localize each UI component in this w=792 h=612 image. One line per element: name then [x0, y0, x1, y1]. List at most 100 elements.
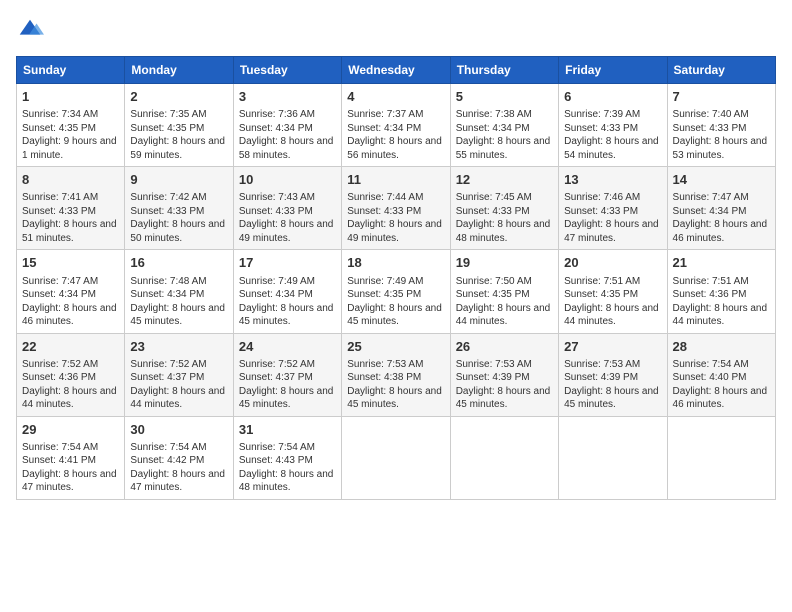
header-friday: Friday — [559, 57, 667, 84]
calendar-cell: 19 Sunrise: 7:50 AMSunset: 4:35 PMDayligh… — [450, 250, 558, 333]
calendar-cell: 6 Sunrise: 7:39 AMSunset: 4:33 PMDaylight… — [559, 84, 667, 167]
day-info: Sunrise: 7:48 AMSunset: 4:34 PMDaylight:… — [130, 275, 227, 329]
calendar-cell: 23 Sunrise: 7:52 AMSunset: 4:37 PMDayligh… — [125, 333, 233, 416]
calendar-cell: 18 Sunrise: 7:49 AMSunset: 4:35 PMDayligh… — [342, 250, 450, 333]
calendar-cell: 8 Sunrise: 7:41 AMSunset: 4:33 PMDaylight… — [17, 167, 125, 250]
day-number: 14 — [673, 171, 770, 189]
day-info: Sunrise: 7:53 AMSunset: 4:39 PMDaylight:… — [564, 358, 661, 412]
header-tuesday: Tuesday — [233, 57, 341, 84]
header-wednesday: Wednesday — [342, 57, 450, 84]
day-info: Sunrise: 7:54 AMSunset: 4:40 PMDaylight:… — [673, 358, 770, 412]
day-info: Sunrise: 7:38 AMSunset: 4:34 PMDaylight:… — [456, 108, 553, 162]
day-number: 3 — [239, 88, 336, 106]
calendar-cell: 13 Sunrise: 7:46 AMSunset: 4:33 PMDayligh… — [559, 167, 667, 250]
day-number: 13 — [564, 171, 661, 189]
calendar-cell: 17 Sunrise: 7:49 AMSunset: 4:34 PMDayligh… — [233, 250, 341, 333]
day-number: 11 — [347, 171, 444, 189]
day-info: Sunrise: 7:40 AMSunset: 4:33 PMDaylight:… — [673, 108, 770, 162]
day-number: 29 — [22, 421, 119, 439]
day-number: 16 — [130, 254, 227, 272]
day-info: Sunrise: 7:51 AMSunset: 4:36 PMDaylight:… — [673, 275, 770, 329]
day-number: 20 — [564, 254, 661, 272]
day-number: 15 — [22, 254, 119, 272]
day-info: Sunrise: 7:49 AMSunset: 4:34 PMDaylight:… — [239, 275, 336, 329]
header-saturday: Saturday — [667, 57, 775, 84]
calendar-cell: 28 Sunrise: 7:54 AMSunset: 4:40 PMDayligh… — [667, 333, 775, 416]
day-info: Sunrise: 7:53 AMSunset: 4:39 PMDaylight:… — [456, 358, 553, 412]
day-info: Sunrise: 7:44 AMSunset: 4:33 PMDaylight:… — [347, 191, 444, 245]
day-number: 17 — [239, 254, 336, 272]
day-number: 28 — [673, 338, 770, 356]
day-info: Sunrise: 7:54 AMSunset: 4:43 PMDaylight:… — [239, 441, 336, 495]
calendar-cell — [342, 416, 450, 499]
calendar-cell: 22Sunrise: 7:52 AMSunset: 4:36 PMDayligh… — [17, 333, 125, 416]
calendar-cell: 12 Sunrise: 7:45 AMSunset: 4:33 PMDayligh… — [450, 167, 558, 250]
calendar-cell: 11 Sunrise: 7:44 AMSunset: 4:33 PMDayligh… — [342, 167, 450, 250]
calendar-cell: 5 Sunrise: 7:38 AMSunset: 4:34 PMDaylight… — [450, 84, 558, 167]
day-info: Sunrise: 7:53 AMSunset: 4:38 PMDaylight:… — [347, 358, 444, 412]
day-number: 5 — [456, 88, 553, 106]
calendar-cell — [450, 416, 558, 499]
calendar-cell: 10 Sunrise: 7:43 AMSunset: 4:33 PMDayligh… — [233, 167, 341, 250]
day-info: Sunrise: 7:54 AMSunset: 4:42 PMDaylight:… — [130, 441, 227, 495]
calendar-cell: 24 Sunrise: 7:52 AMSunset: 4:37 PMDayligh… — [233, 333, 341, 416]
calendar-week-4: 22Sunrise: 7:52 AMSunset: 4:36 PMDayligh… — [17, 333, 776, 416]
calendar-cell: 3 Sunrise: 7:36 AMSunset: 4:34 PMDaylight… — [233, 84, 341, 167]
calendar-cell: 29 Sunrise: 7:54 AMSunset: 4:41 PMDayligh… — [17, 416, 125, 499]
calendar-cell: 15 Sunrise: 7:47 AMSunset: 4:34 PMDayligh… — [17, 250, 125, 333]
calendar-cell: 7 Sunrise: 7:40 AMSunset: 4:33 PMDaylight… — [667, 84, 775, 167]
header-monday: Monday — [125, 57, 233, 84]
day-number: 23 — [130, 338, 227, 356]
calendar-week-5: 29 Sunrise: 7:54 AMSunset: 4:41 PMDayligh… — [17, 416, 776, 499]
day-number: 26 — [456, 338, 553, 356]
day-number: 10 — [239, 171, 336, 189]
day-info: Sunrise: 7:47 AMSunset: 4:34 PMDaylight:… — [22, 275, 119, 329]
calendar-cell: 30Sunrise: 7:54 AMSunset: 4:42 PMDayligh… — [125, 416, 233, 499]
calendar-week-2: 8 Sunrise: 7:41 AMSunset: 4:33 PMDaylight… — [17, 167, 776, 250]
day-info: Sunrise: 7:42 AMSunset: 4:33 PMDaylight:… — [130, 191, 227, 245]
day-info: Sunrise: 7:52 AMSunset: 4:37 PMDaylight:… — [239, 358, 336, 412]
day-info: Sunrise: 7:35 AMSunset: 4:35 PMDaylight:… — [130, 108, 227, 162]
day-number: 24 — [239, 338, 336, 356]
calendar-cell — [667, 416, 775, 499]
day-info: Sunrise: 7:46 AMSunset: 4:33 PMDaylight:… — [564, 191, 661, 245]
day-number: 1 — [22, 88, 119, 106]
calendar-cell: 31Sunrise: 7:54 AMSunset: 4:43 PMDayligh… — [233, 416, 341, 499]
calendar-cell: 20 Sunrise: 7:51 AMSunset: 4:35 PMDayligh… — [559, 250, 667, 333]
calendar-header-row: SundayMondayTuesdayWednesdayThursdayFrid… — [17, 57, 776, 84]
logo-icon — [16, 16, 44, 44]
calendar-cell: 16 Sunrise: 7:48 AMSunset: 4:34 PMDayligh… — [125, 250, 233, 333]
header-thursday: Thursday — [450, 57, 558, 84]
calendar-cell: 4Sunrise: 7:37 AMSunset: 4:34 PMDaylight… — [342, 84, 450, 167]
calendar-cell: 14 Sunrise: 7:47 AMSunset: 4:34 PMDayligh… — [667, 167, 775, 250]
day-number: 7 — [673, 88, 770, 106]
calendar-cell: 9Sunrise: 7:42 AMSunset: 4:33 PMDaylight… — [125, 167, 233, 250]
day-info: Sunrise: 7:49 AMSunset: 4:35 PMDaylight:… — [347, 275, 444, 329]
day-info: Sunrise: 7:36 AMSunset: 4:34 PMDaylight:… — [239, 108, 336, 162]
calendar-cell: 26 Sunrise: 7:53 AMSunset: 4:39 PMDayligh… — [450, 333, 558, 416]
day-number: 19 — [456, 254, 553, 272]
calendar-cell — [559, 416, 667, 499]
day-number: 12 — [456, 171, 553, 189]
day-info: Sunrise: 7:52 AMSunset: 4:37 PMDaylight:… — [130, 358, 227, 412]
calendar-week-1: 1Sunrise: 7:34 AMSunset: 4:35 PMDaylight… — [17, 84, 776, 167]
header-sunday: Sunday — [17, 57, 125, 84]
day-info: Sunrise: 7:50 AMSunset: 4:35 PMDaylight:… — [456, 275, 553, 329]
day-info: Sunrise: 7:37 AMSunset: 4:34 PMDaylight:… — [347, 108, 444, 162]
day-info: Sunrise: 7:43 AMSunset: 4:33 PMDaylight:… — [239, 191, 336, 245]
day-number: 6 — [564, 88, 661, 106]
day-info: Sunrise: 7:47 AMSunset: 4:34 PMDaylight:… — [673, 191, 770, 245]
day-info: Sunrise: 7:54 AMSunset: 4:41 PMDaylight:… — [22, 441, 119, 495]
calendar-cell: 1Sunrise: 7:34 AMSunset: 4:35 PMDaylight… — [17, 84, 125, 167]
logo — [16, 16, 48, 44]
calendar-cell: 2 Sunrise: 7:35 AMSunset: 4:35 PMDaylight… — [125, 84, 233, 167]
day-info: Sunrise: 7:45 AMSunset: 4:33 PMDaylight:… — [456, 191, 553, 245]
day-number: 8 — [22, 171, 119, 189]
day-info: Sunrise: 7:51 AMSunset: 4:35 PMDaylight:… — [564, 275, 661, 329]
day-number: 18 — [347, 254, 444, 272]
day-number: 22 — [22, 338, 119, 356]
day-info: Sunrise: 7:39 AMSunset: 4:33 PMDaylight:… — [564, 108, 661, 162]
calendar-cell: 25Sunrise: 7:53 AMSunset: 4:38 PMDayligh… — [342, 333, 450, 416]
day-info: Sunrise: 7:41 AMSunset: 4:33 PMDaylight:… — [22, 191, 119, 245]
day-number: 2 — [130, 88, 227, 106]
